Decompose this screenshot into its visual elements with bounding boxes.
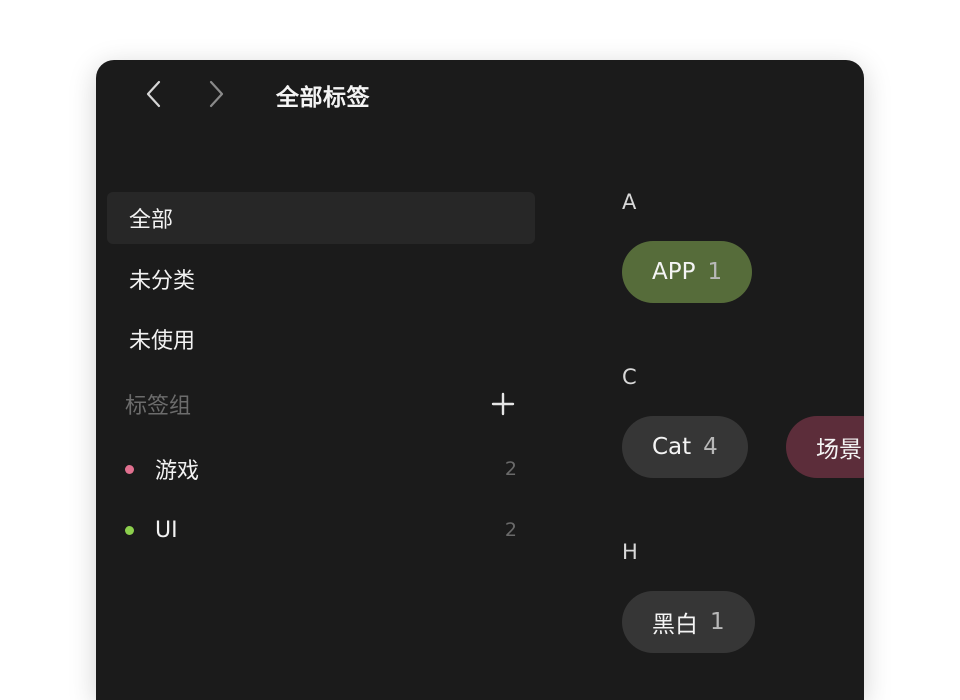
- tag-chip-cat[interactable]: Cat 4: [622, 416, 748, 478]
- sidebar-item-all[interactable]: 全部: [107, 192, 535, 244]
- sidebar-item-label: 未使用: [129, 329, 196, 354]
- tag-group-header: 标签组: [125, 386, 517, 422]
- tag-chip-count: 1: [710, 609, 725, 635]
- forward-button[interactable]: [202, 80, 230, 108]
- tag-group-count: 2: [504, 519, 517, 541]
- add-tag-group-button[interactable]: [489, 390, 517, 418]
- sidebar-item-unused[interactable]: 未使用: [107, 313, 535, 365]
- tag-chip-black-white[interactable]: 黑白 1: [622, 591, 755, 653]
- group-color-dot: [125, 464, 134, 474]
- tag-chip-count: 4: [703, 434, 718, 460]
- section-letter-h: H: [622, 540, 638, 564]
- group-color-dot: [125, 525, 134, 535]
- tag-group-count: 2: [504, 458, 517, 480]
- chevron-right-icon: [209, 80, 224, 108]
- page-title: 全部标签: [276, 85, 370, 111]
- sidebar-item-uncategorized[interactable]: 未分类: [107, 253, 535, 305]
- section-letter-a: A: [622, 190, 637, 214]
- sidebar-item-label: 全部: [129, 208, 174, 233]
- sidebar-item-label: 未分类: [129, 269, 196, 294]
- tag-group-header-label: 标签组: [125, 394, 192, 419]
- tag-chip-name: 黑白: [652, 612, 698, 638]
- chevron-left-icon: [146, 80, 161, 108]
- tag-chip-app[interactable]: APP 1: [622, 241, 753, 303]
- plus-icon: [491, 392, 515, 416]
- tag-chip-scene[interactable]: 场景: [786, 416, 864, 478]
- tags-window: 全部标签 全部 未分类 未使用 标签组 游戏 2 UI 2 A APP 1 C: [96, 60, 864, 700]
- tag-group-label: 游戏: [155, 459, 200, 484]
- section-letter-c: C: [622, 365, 637, 389]
- tag-chip-name: APP: [652, 259, 696, 285]
- tag-group-game[interactable]: 游戏 2: [125, 449, 517, 489]
- tag-group-ui[interactable]: UI 2: [125, 510, 517, 550]
- tag-chip-count: 1: [707, 259, 723, 285]
- tag-group-label: UI: [155, 517, 178, 543]
- tag-chip-name: 场景: [816, 437, 862, 463]
- tag-chip-name: Cat: [652, 434, 692, 460]
- back-button[interactable]: [140, 80, 168, 108]
